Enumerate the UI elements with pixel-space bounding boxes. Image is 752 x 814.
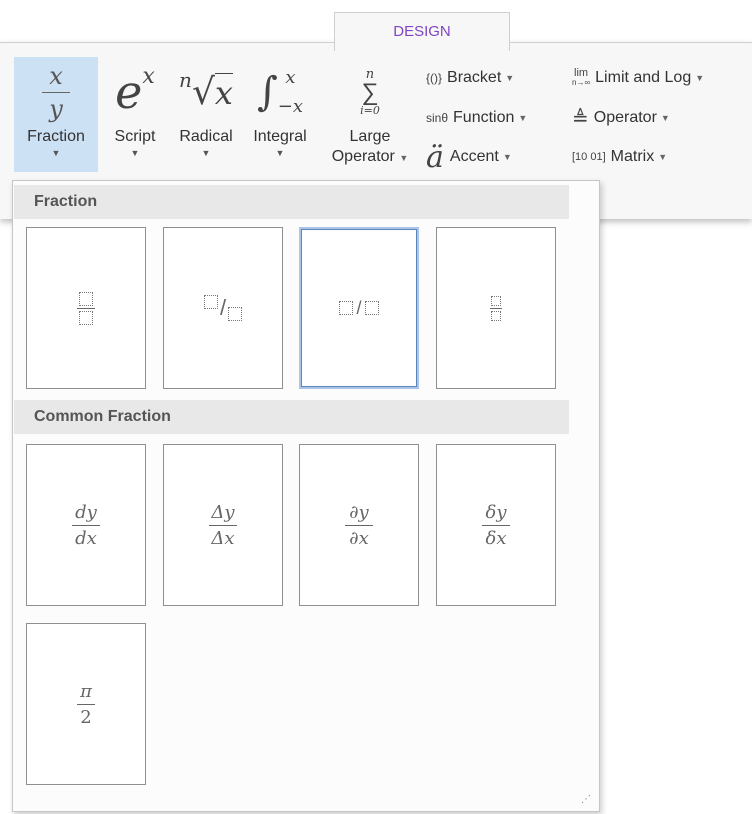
chevron-down-icon: ▼ <box>51 148 61 158</box>
skewed-fraction-tile[interactable]: / <box>163 227 283 389</box>
operator-icon: ≜ <box>572 107 589 130</box>
integral-icon: ∫ x −x <box>256 67 304 117</box>
matrix-button[interactable]: [10 01] Matrix ▼ <box>572 143 667 171</box>
operator-label: Operator <box>593 109 657 126</box>
skewed-fraction-icon: / <box>203 295 243 321</box>
fraction-label: Fraction <box>27 128 85 145</box>
accent-icon: ä <box>426 139 444 175</box>
bracket-label: Bracket <box>447 69 502 86</box>
common-fraction-tile[interactable]: ∂y ∂x <box>299 444 419 606</box>
matrix-icon: [10 01] <box>572 151 606 163</box>
chevron-down-icon: ▼ <box>505 73 515 83</box>
section-header-fraction: Fraction <box>14 185 569 219</box>
operator-button[interactable]: ≜ Operator ▼ <box>572 104 670 132</box>
common-fraction-tile[interactable]: Δy Δx <box>163 444 283 606</box>
common-fraction-tile[interactable]: dy dx <box>26 444 146 606</box>
script-label: Script <box>114 128 156 145</box>
chevron-down-icon: ▼ <box>695 73 705 83</box>
function-button[interactable]: sinθ Function ▼ <box>426 104 527 132</box>
linear-fraction-tile[interactable]: / <box>299 227 419 389</box>
chevron-down-icon: ▼ <box>660 113 670 123</box>
small-fraction-tile[interactable] <box>436 227 556 389</box>
partial-fraction: ∂y ∂x <box>345 502 373 549</box>
accent-label: Accent <box>449 148 499 165</box>
large-operator-button[interactable]: n ∑ i=0 Large Operator ▼ <box>320 57 420 172</box>
matrix-label: Matrix <box>610 148 655 165</box>
fraction-gallery: Fraction / / Common Fraction dy dx Δy Δx ∂… <box>12 180 600 812</box>
script-button[interactable]: ex Script ▼ <box>100 57 170 172</box>
accent-button[interactable]: ä Accent ▼ <box>426 140 512 175</box>
common-fraction-tile[interactable]: δy δx <box>436 444 556 606</box>
bracket-button[interactable]: {()} Bracket ▼ <box>426 64 514 92</box>
pi-over-two-fraction: π2 <box>77 681 95 728</box>
function-icon: sinθ <box>426 111 449 125</box>
chevron-down-icon: ▼ <box>502 152 512 162</box>
stacked-fraction-icon <box>77 291 95 325</box>
linear-fraction-icon: / <box>339 298 379 319</box>
small-fraction-icon <box>490 295 502 321</box>
summation-icon: n ∑ i=0 <box>360 66 380 117</box>
delta-fraction: Δy Δx <box>209 502 237 549</box>
stacked-fraction-tile[interactable] <box>26 227 146 389</box>
chevron-down-icon: ▼ <box>130 148 140 158</box>
chevron-down-icon: ▼ <box>275 148 285 158</box>
common-fraction-tile[interactable]: π2 <box>26 623 146 785</box>
function-label: Function <box>453 109 515 126</box>
bracket-icon: {()} <box>426 71 443 85</box>
tab-design[interactable]: DESIGN <box>334 12 510 51</box>
fraction-button[interactable]: x y Fraction ▼ <box>14 57 98 172</box>
resize-grip-icon[interactable]: ⋰ <box>581 794 591 805</box>
integral-button[interactable]: ∫ x −x Integral ▼ <box>242 57 318 172</box>
radical-label: Radical <box>179 128 233 145</box>
chevron-down-icon: ▼ <box>518 113 528 123</box>
chevron-down-icon: ▼ <box>658 152 668 162</box>
large-operator-label-line2: Operator ▼ <box>331 148 409 165</box>
fraction-icon: x y <box>14 57 98 127</box>
limit-and-log-label: Limit and Log <box>595 69 692 86</box>
radical-button[interactable]: n √ x Radical ▼ <box>170 57 242 172</box>
chevron-down-icon: ▼ <box>201 148 211 158</box>
limit-and-log-button[interactable]: lim n→∞ Limit and Log ▼ <box>572 64 704 92</box>
radical-icon: n √ x <box>179 68 233 113</box>
integral-label: Integral <box>253 128 307 145</box>
large-operator-label-line1: Large <box>349 128 391 145</box>
dy-dx-fraction: dy dx <box>72 502 100 549</box>
limit-icon: lim n→∞ <box>572 67 591 88</box>
small-delta-fraction: δy δx <box>482 502 510 549</box>
section-header-common-fraction: Common Fraction <box>14 400 569 434</box>
script-icon: ex <box>115 63 155 120</box>
